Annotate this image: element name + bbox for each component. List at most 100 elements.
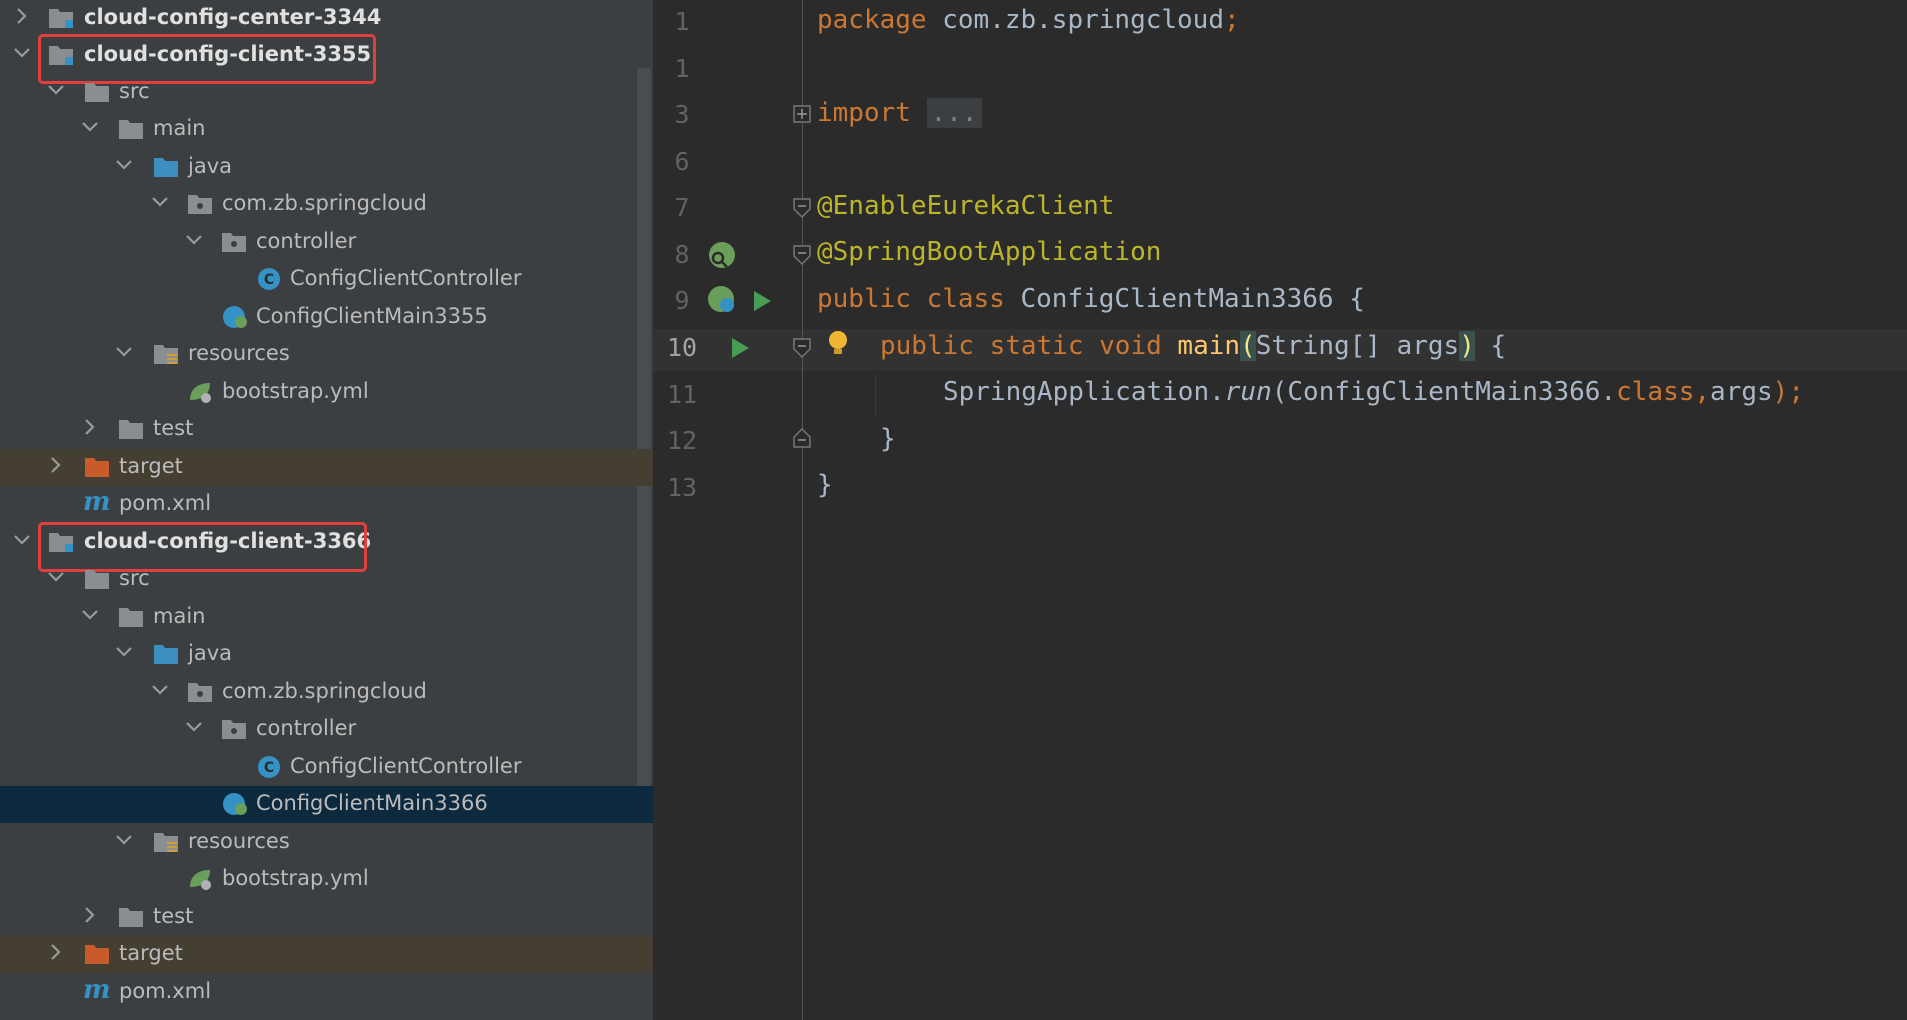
chevron-down-icon[interactable] xyxy=(80,115,100,139)
chevron-right-icon[interactable] xyxy=(80,903,100,927)
tree-row-test[interactable]: test xyxy=(0,899,653,936)
code-editor[interactable]: 1 1 3 6 7 8 9 10 11 12 13 package com.zb… xyxy=(653,0,1907,1020)
code-line-10[interactable]: public static void main(String[] args) { xyxy=(880,331,1506,361)
module-name: cloud-config-center-3344 xyxy=(84,5,382,29)
code-line-7[interactable]: @EnableEurekaClient xyxy=(817,191,1114,221)
tree-label: test xyxy=(153,904,194,928)
folder-icon xyxy=(119,120,143,139)
spring-boot-class-icon xyxy=(223,306,247,328)
chevron-down-icon[interactable] xyxy=(12,41,32,65)
fold-expand-icon[interactable] xyxy=(792,104,812,124)
tree-row-target[interactable]: target xyxy=(0,936,653,973)
lightbulb-icon[interactable] xyxy=(825,329,851,361)
tree-row-target[interactable]: target xyxy=(0,449,653,486)
tree-label: pom.xml xyxy=(119,491,212,515)
resources-folder-icon xyxy=(154,833,178,852)
tree-label: ConfigClientMain3366 xyxy=(256,791,488,815)
code-line-8[interactable]: @SpringBootApplication xyxy=(817,237,1161,267)
tree-label: ConfigClientController xyxy=(290,754,522,778)
chevron-right-icon[interactable] xyxy=(46,453,66,477)
run-icon[interactable] xyxy=(751,289,773,313)
resources-folder-icon xyxy=(154,345,178,364)
chevron-right-icon[interactable] xyxy=(80,415,100,439)
tree-row-package[interactable]: com.zb.springcloud xyxy=(0,186,653,223)
chevron-down-icon[interactable] xyxy=(114,828,134,852)
line-number: 1 xyxy=(674,7,690,36)
chevron-right-icon[interactable] xyxy=(46,940,66,964)
fold-end-icon[interactable] xyxy=(792,427,812,449)
tree-row-test[interactable]: test xyxy=(0,411,653,448)
java-class-icon: C xyxy=(258,756,280,778)
chevron-down-icon[interactable] xyxy=(46,565,66,589)
tree-row-java[interactable]: java xyxy=(0,149,653,186)
chevron-down-icon[interactable] xyxy=(150,678,170,702)
code-line-1[interactable]: package com.zb.springcloud; xyxy=(817,5,1240,35)
folder-icon xyxy=(119,420,143,439)
tree-row-controller[interactable]: controller xyxy=(0,224,653,261)
source-folder-icon xyxy=(154,645,178,664)
tree-row-main[interactable]: main xyxy=(0,599,653,636)
excluded-folder-icon xyxy=(85,945,109,964)
chevron-down-icon[interactable] xyxy=(80,603,100,627)
line-number: 3 xyxy=(674,100,690,129)
svg-text:C: C xyxy=(264,272,274,288)
tree-row-module-3344[interactable]: cloud-config-center-3344 xyxy=(0,0,653,37)
indent-guide xyxy=(875,374,876,416)
project-tool-window: cloud-config-center-3344 cloud-config-cl… xyxy=(0,0,653,1020)
tree-row-controller[interactable]: controller xyxy=(0,711,653,748)
tree-label: resources xyxy=(188,829,290,853)
chevron-down-icon[interactable] xyxy=(114,640,134,664)
tree-row-pom[interactable]: m pom.xml xyxy=(0,486,653,523)
chevron-down-icon[interactable] xyxy=(184,228,204,252)
tree-label: bootstrap.yml xyxy=(222,866,369,890)
tree-row-src[interactable]: src xyxy=(0,561,653,598)
chevron-down-icon[interactable] xyxy=(12,528,32,552)
fold-collapse-icon[interactable] xyxy=(792,244,812,266)
code-line-12[interactable]: } xyxy=(880,424,896,454)
folder-icon xyxy=(85,83,109,102)
tree-row-main[interactable]: main xyxy=(0,111,653,148)
fold-collapse-icon[interactable] xyxy=(792,337,812,359)
spring-bean-search-icon[interactable] xyxy=(707,240,737,270)
chevron-down-icon[interactable] xyxy=(114,153,134,177)
tree-row-package[interactable]: com.zb.springcloud xyxy=(0,674,653,711)
chevron-right-icon[interactable] xyxy=(12,4,32,28)
package-icon xyxy=(222,233,246,252)
spring-boot-gutter-icon[interactable] xyxy=(707,285,739,317)
run-icon[interactable] xyxy=(729,336,751,360)
code-line-3[interactable]: import ... xyxy=(817,98,982,128)
code-line-9[interactable]: public class ConfigClientMain3366 { xyxy=(817,284,1365,314)
tree-row-controller-class[interactable]: C ConfigClientController xyxy=(0,261,653,298)
tree-row-resources[interactable]: resources xyxy=(0,336,653,373)
package-icon xyxy=(222,720,246,739)
tree-label: target xyxy=(119,941,183,965)
excluded-folder-icon xyxy=(85,458,109,477)
tree-row-main-class-selected[interactable]: ConfigClientMain3366 xyxy=(0,786,653,823)
tree-row-yml[interactable]: bootstrap.yml xyxy=(0,861,653,898)
code-line-11[interactable]: SpringApplication.run(ConfigClientMain33… xyxy=(943,377,1804,407)
tree-label: test xyxy=(153,416,194,440)
tree-row-resources[interactable]: resources xyxy=(0,824,653,861)
code-line-13[interactable]: } xyxy=(817,470,833,500)
chevron-down-icon[interactable] xyxy=(184,715,204,739)
chevron-down-icon[interactable] xyxy=(150,190,170,214)
chevron-down-icon[interactable] xyxy=(46,78,66,102)
line-number: 1 xyxy=(674,54,690,83)
tree-row-pom[interactable]: m pom.xml xyxy=(0,974,653,1011)
module-folder-icon xyxy=(49,9,73,28)
tree-label: bootstrap.yml xyxy=(222,379,369,403)
tree-row-main-class[interactable]: ConfigClientMain3355 xyxy=(0,299,653,336)
tree-row-controller-class[interactable]: C ConfigClientController xyxy=(0,749,653,786)
fold-collapse-icon[interactable] xyxy=(792,197,812,219)
tree-label: ConfigClientController xyxy=(290,266,522,290)
spring-yml-icon xyxy=(190,870,211,890)
tree-row-src[interactable]: src xyxy=(0,74,653,111)
tree-label: src xyxy=(119,79,150,103)
folder-icon xyxy=(85,570,109,589)
line-number: 13 xyxy=(666,473,698,502)
line-number: 7 xyxy=(674,193,690,222)
chevron-down-icon[interactable] xyxy=(114,340,134,364)
tree-row-yml[interactable]: bootstrap.yml xyxy=(0,374,653,411)
tree-row-java[interactable]: java xyxy=(0,636,653,673)
folded-imports: ... xyxy=(926,98,982,128)
